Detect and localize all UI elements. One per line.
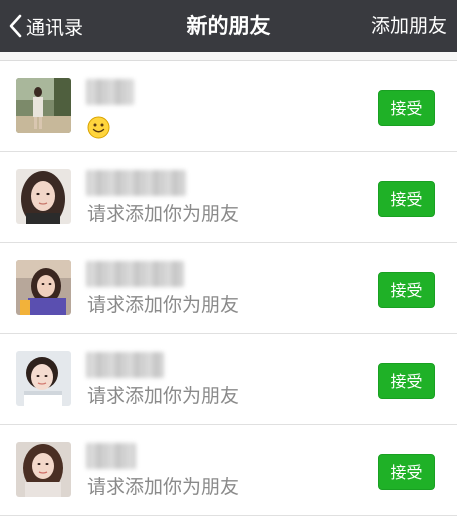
- request-message: 请求添加你为朋友: [87, 294, 240, 316]
- blurred-name: [86, 79, 134, 105]
- chevron-left-icon: [8, 14, 22, 38]
- friend-request-row[interactable]: 请求添加你为朋友 接受: [0, 152, 457, 243]
- blurred-name: [86, 443, 136, 469]
- blurred-name: [86, 170, 186, 196]
- avatar: [16, 78, 71, 133]
- request-message: 请求添加你为朋友: [87, 203, 240, 225]
- friend-request-row[interactable]: 接受: [0, 61, 457, 152]
- friend-request-row[interactable]: 请求添加你为朋友 接受: [0, 243, 457, 334]
- friend-request-row[interactable]: 请求添加你为朋友 接受: [0, 425, 457, 516]
- avatar: [16, 169, 71, 224]
- accept-button[interactable]: 接受: [378, 90, 435, 126]
- add-friend-button[interactable]: 添加朋友: [371, 0, 447, 52]
- accept-button[interactable]: 接受: [378, 272, 435, 308]
- back-button-label: 通讯录: [26, 16, 84, 39]
- request-message: 请求添加你为朋友: [87, 385, 240, 407]
- request-message: 请求添加你为朋友: [87, 476, 240, 498]
- blurred-name: [86, 352, 164, 378]
- avatar: [16, 442, 71, 497]
- blurred-name: [86, 261, 184, 287]
- avatar: [16, 260, 71, 315]
- friend-request-row[interactable]: 请求添加你为朋友 接受: [0, 334, 457, 425]
- accept-button[interactable]: 接受: [378, 363, 435, 399]
- accept-button[interactable]: 接受: [378, 181, 435, 217]
- avatar: [16, 351, 71, 406]
- smiling-face-emoji: [87, 116, 110, 143]
- back-button[interactable]: 通讯录: [8, 0, 83, 52]
- friend-request-list: 接受 请求添加你为朋友 接受 请求添加你为朋友 接受 请求添加你为朋友 接受 请…: [0, 60, 457, 516]
- navigation-bar: 通讯录 新的朋友 添加朋友: [0, 0, 457, 52]
- accept-button[interactable]: 接受: [378, 454, 435, 490]
